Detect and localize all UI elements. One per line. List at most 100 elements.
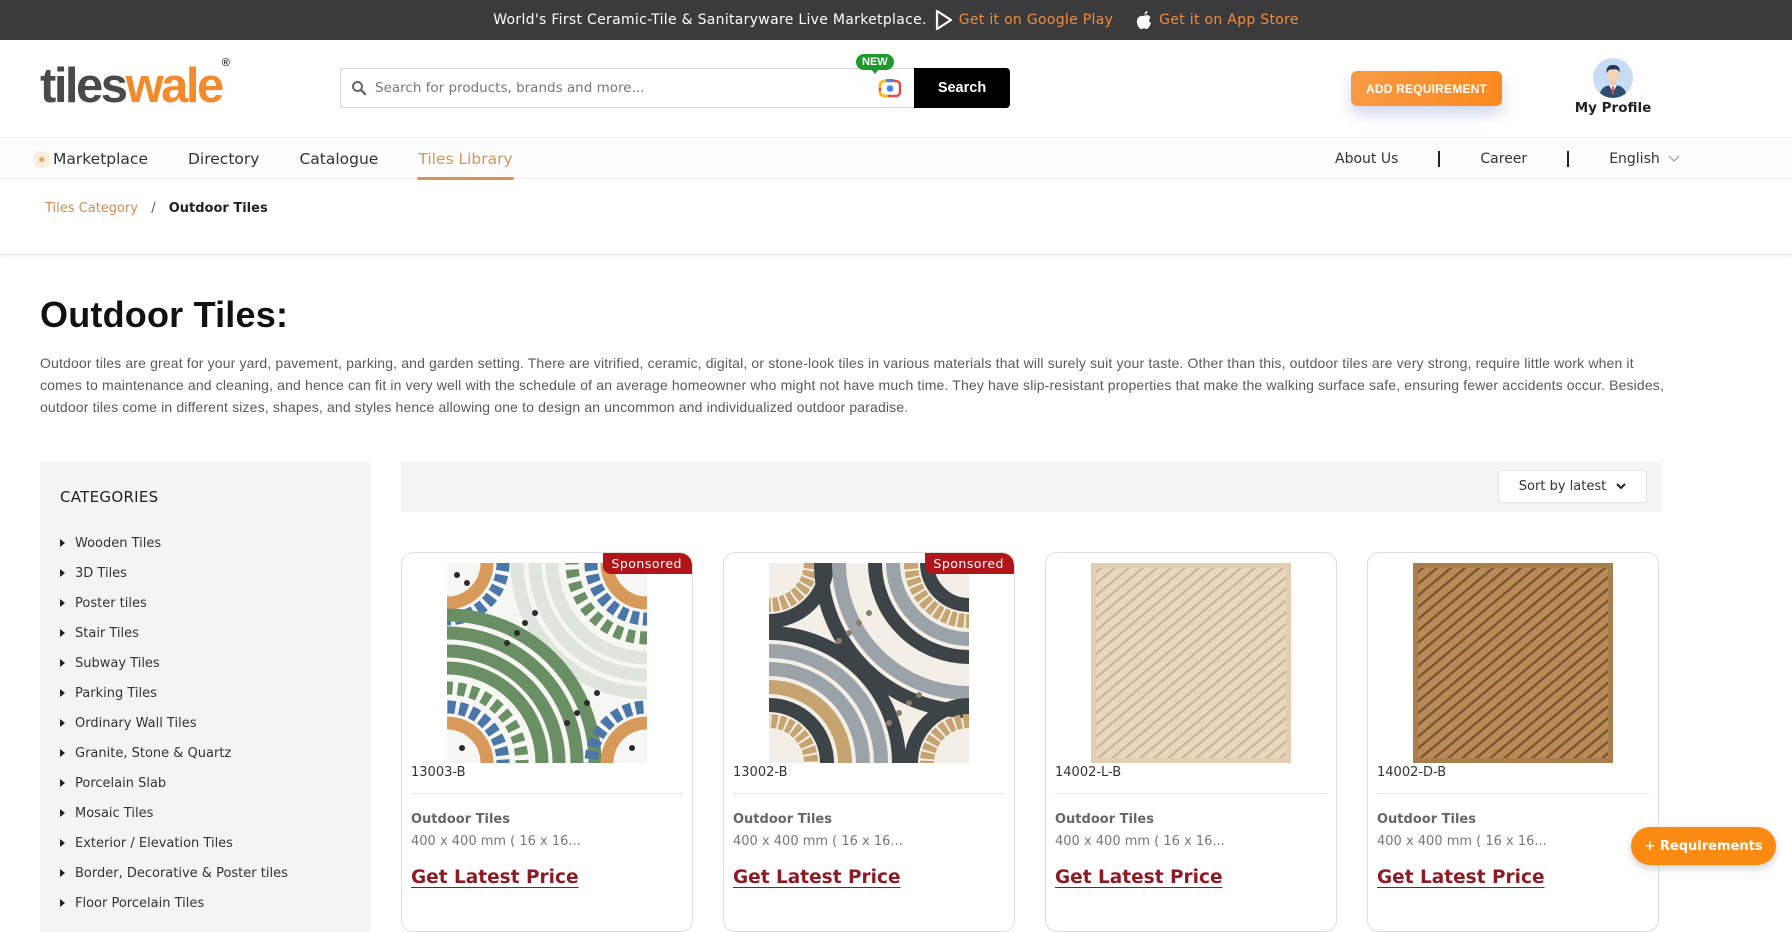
caret-right-icon <box>60 869 65 877</box>
card-divider <box>733 793 1005 794</box>
categories-sidebar: CATEGORIES Wooden Tiles 3D Tiles Poster ti… <box>40 462 371 932</box>
card-divider <box>1377 793 1649 794</box>
career-link[interactable]: Career <box>1480 151 1527 167</box>
category-label: Subway Tiles <box>75 655 160 671</box>
category-label: Wooden Tiles <box>75 535 162 551</box>
google-play-icon <box>935 10 952 30</box>
breadcrumb-tiles-category[interactable]: Tiles Category <box>45 201 138 216</box>
get-latest-price-link[interactable]: Get Latest Price <box>411 867 579 888</box>
product-card[interactable]: 14002-D-B Outdoor Tiles 400 x 400 mm ( 1… <box>1367 552 1659 932</box>
main-nav: Marketplace Directory Catalogue Tiles Li… <box>0 137 1792 180</box>
banner-tagline: World's First Ceramic-Tile & Sanitarywar… <box>493 12 927 28</box>
live-dot-icon <box>39 156 44 162</box>
caret-right-icon <box>60 809 65 817</box>
product-card[interactable]: 14002-L-B Outdoor Tiles 400 x 400 mm ( 1… <box>1045 552 1337 932</box>
product-category: Outdoor Tiles <box>411 812 510 827</box>
product-card[interactable]: Sponsored 13002-B Outdoor Tiles 400 x 40… <box>723 552 1015 932</box>
product-image[interactable] <box>447 563 647 763</box>
category-label: Poster tiles <box>75 595 147 611</box>
product-size: 400 x 400 mm ( 16 x 16... <box>411 834 581 849</box>
caret-right-icon <box>60 659 65 667</box>
search-button[interactable]: Search <box>914 68 1010 108</box>
sidebar-category-item[interactable]: Poster tiles <box>60 588 371 618</box>
product-category: Outdoor Tiles <box>1377 812 1476 827</box>
nav-directory[interactable]: Directory <box>168 138 279 180</box>
product-code[interactable]: 13002-B <box>733 765 788 780</box>
sidebar-category-item[interactable]: Exterior / Elevation Tiles <box>60 828 371 858</box>
caret-right-icon <box>60 569 65 577</box>
nav-marketplace[interactable]: Marketplace <box>33 138 168 180</box>
product-card[interactable]: Sponsored 13003-B Outdoor Tiles 400 x 40… <box>401 552 693 932</box>
category-label: Stair Tiles <box>75 625 139 641</box>
sidebar-category-item[interactable]: Stair Tiles <box>60 618 371 648</box>
my-profile-label: My Profile <box>1574 100 1652 116</box>
product-image[interactable] <box>1091 563 1291 763</box>
nav-divider <box>1567 151 1570 167</box>
category-label: Exterior / Elevation Tiles <box>75 835 233 851</box>
promo-banner: World's First Ceramic-Tile & Sanitarywar… <box>0 0 1792 40</box>
caret-right-icon <box>60 689 65 697</box>
google-play-link[interactable]: Get it on Google Play <box>935 10 1113 30</box>
category-label: Border, Decorative & Poster tiles <box>75 865 288 881</box>
google-play-label: Get it on Google Play <box>958 12 1114 28</box>
new-badge: NEW <box>856 54 894 74</box>
category-label: Parking Tiles <box>75 685 157 701</box>
caret-right-icon <box>60 779 65 787</box>
sidebar-category-item[interactable]: Border, Decorative & Poster tiles <box>60 858 371 888</box>
sidebar-category-item[interactable]: Wooden Tiles <box>60 528 371 558</box>
card-divider <box>1055 793 1327 794</box>
product-code[interactable]: 14002-D-B <box>1377 765 1446 780</box>
sidebar-category-item[interactable]: 3D Tiles <box>60 558 371 588</box>
caret-right-icon <box>60 749 65 757</box>
sidebar-category-item[interactable]: Subway Tiles <box>60 648 371 678</box>
sort-dropdown[interactable]: Sort by latest <box>1498 470 1647 503</box>
get-latest-price-link[interactable]: Get Latest Price <box>1377 867 1545 888</box>
category-label: Granite, Stone & Quartz <box>75 745 232 761</box>
sort-selected: Sort by latest <box>1518 479 1607 494</box>
category-label: Floor Porcelain Tiles <box>75 895 205 911</box>
sidebar-category-item[interactable]: Floor Porcelain Tiles <box>60 888 371 918</box>
language-select[interactable]: English <box>1609 151 1680 167</box>
breadcrumb: Tiles Category / Outdoor Tiles <box>0 179 1792 255</box>
sponsored-badge: Sponsored <box>925 553 1014 574</box>
product-code[interactable]: 14002-L-B <box>1055 765 1121 780</box>
breadcrumb-current: Outdoor Tiles <box>168 201 268 216</box>
breadcrumb-separator: / <box>151 201 156 216</box>
user-avatar-icon <box>1593 58 1633 98</box>
apple-icon <box>1137 11 1152 29</box>
get-latest-price-link[interactable]: Get Latest Price <box>733 867 901 888</box>
image-search-camera-icon[interactable] <box>878 78 902 98</box>
product-image[interactable] <box>769 563 969 763</box>
my-profile[interactable]: My Profile <box>1570 58 1656 116</box>
requirements-fab-button[interactable]: + Requirements <box>1631 827 1776 865</box>
sponsored-badge: Sponsored <box>603 553 692 574</box>
site-header: tileswale ® NEW Search ADD REQUIREMENT <box>0 40 1792 137</box>
page-title: Outdoor Tiles: <box>40 294 289 335</box>
get-latest-price-link[interactable]: Get Latest Price <box>1055 867 1223 888</box>
product-code[interactable]: 13003-B <box>411 765 466 780</box>
card-divider <box>411 793 683 794</box>
search-bar: NEW <box>340 54 915 108</box>
add-requirement-button[interactable]: ADD REQUIREMENT <box>1351 71 1502 106</box>
search-input[interactable] <box>375 80 855 96</box>
sidebar-category-item[interactable]: Porcelain Slab <box>60 768 371 798</box>
sidebar-category-item[interactable]: Granite, Stone & Quartz <box>60 738 371 768</box>
caret-right-icon <box>60 599 65 607</box>
category-label: Mosaic Tiles <box>75 805 154 821</box>
sidebar-category-item[interactable]: Mosaic Tiles <box>60 798 371 828</box>
caret-right-icon <box>60 839 65 847</box>
nav-divider <box>1438 151 1441 167</box>
sidebar-category-item[interactable]: Ordinary Wall Tiles <box>60 708 371 738</box>
page-description: Outdoor tiles are great for your yard, p… <box>40 355 1664 415</box>
caret-right-icon <box>60 899 65 907</box>
product-image[interactable] <box>1413 563 1613 763</box>
about-us-link[interactable]: About Us <box>1335 151 1398 167</box>
nav-tiles-library[interactable]: Tiles Library <box>398 138 532 180</box>
sort-toolbar: Sort by latest <box>401 462 1661 512</box>
nav-catalogue[interactable]: Catalogue <box>279 138 398 180</box>
sidebar-category-item[interactable]: Parking Tiles <box>60 678 371 708</box>
app-store-link[interactable]: Get it on App Store <box>1135 10 1299 30</box>
search-icon <box>352 81 367 96</box>
category-label: Porcelain Slab <box>75 775 167 791</box>
tileswale-logo[interactable]: tileswale ® <box>40 58 230 111</box>
